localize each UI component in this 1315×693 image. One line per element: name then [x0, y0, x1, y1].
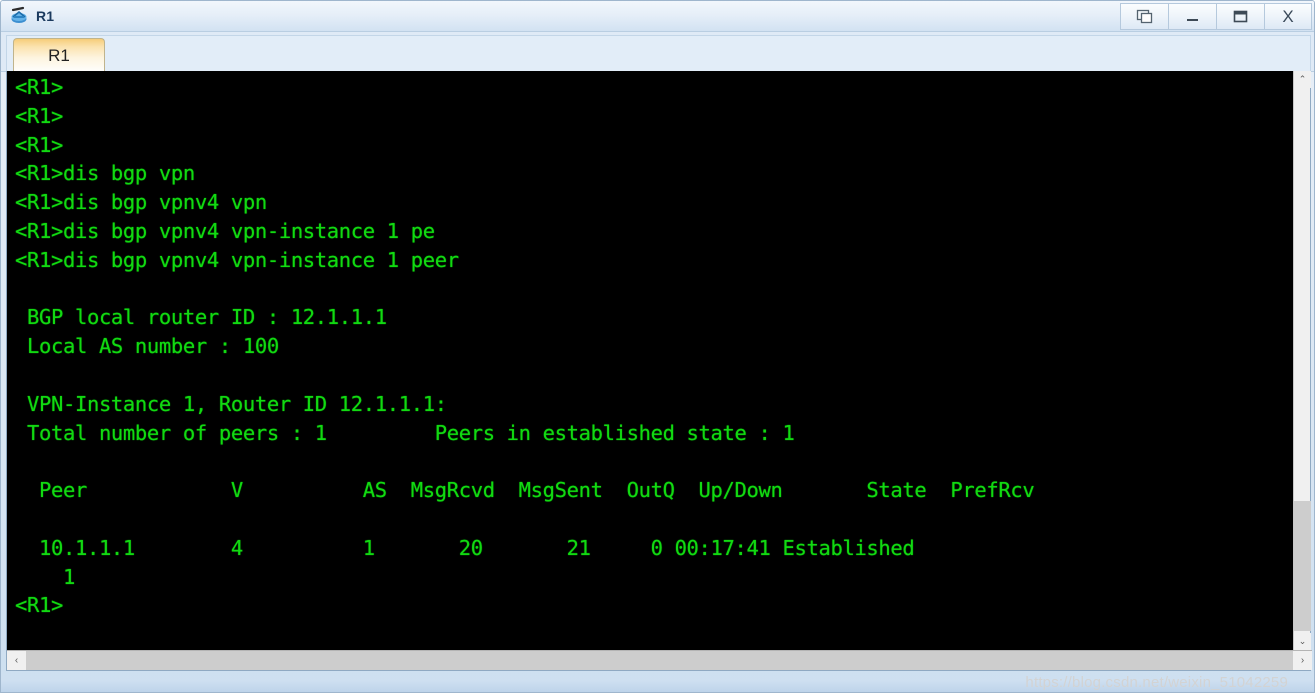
tab-r1[interactable]: R1 [13, 38, 105, 73]
window-title: R1 [36, 8, 55, 24]
tab-bar: R1 [1, 32, 1314, 73]
maximize-button[interactable] [1216, 3, 1264, 30]
terminal-frame: <R1> <R1> <R1> <R1>dis bgp vpn <R1>dis b… [6, 71, 1312, 671]
terminal-window: R1 X R1 <R1> <R1> <R1> <R1>dis bgp vpn <… [0, 0, 1315, 693]
scroll-right-icon[interactable]: › [1293, 651, 1312, 670]
tab-r1-label: R1 [48, 46, 70, 65]
vertical-scrollbar-thumb[interactable] [1294, 501, 1311, 631]
horizontal-scrollbar[interactable]: ‹ › [7, 650, 1312, 670]
horizontal-scrollbar-thumb[interactable] [26, 651, 1161, 670]
window-bottom-strip [1, 680, 1314, 692]
tab-bar-inner: R1 [6, 35, 1311, 73]
terminal-text: <R1> <R1> <R1> <R1>dis bgp vpn <R1>dis b… [15, 75, 1035, 618]
close-button[interactable]: X [1264, 3, 1312, 30]
window-titlebar: R1 X [1, 1, 1314, 32]
vertical-scrollbar[interactable]: ⌃ ⌄ [1293, 71, 1311, 650]
restore-window-button[interactable] [1120, 3, 1168, 30]
terminal-output-area[interactable]: <R1> <R1> <R1> <R1>dis bgp vpn <R1>dis b… [7, 71, 1293, 650]
minimize-button[interactable] [1168, 3, 1216, 30]
window-controls: X [1120, 3, 1312, 30]
scroll-left-icon[interactable]: ‹ [7, 651, 26, 670]
router-icon [8, 5, 30, 27]
scroll-down-icon[interactable]: ⌄ [1294, 633, 1311, 650]
scroll-up-icon[interactable]: ⌃ [1294, 71, 1311, 88]
